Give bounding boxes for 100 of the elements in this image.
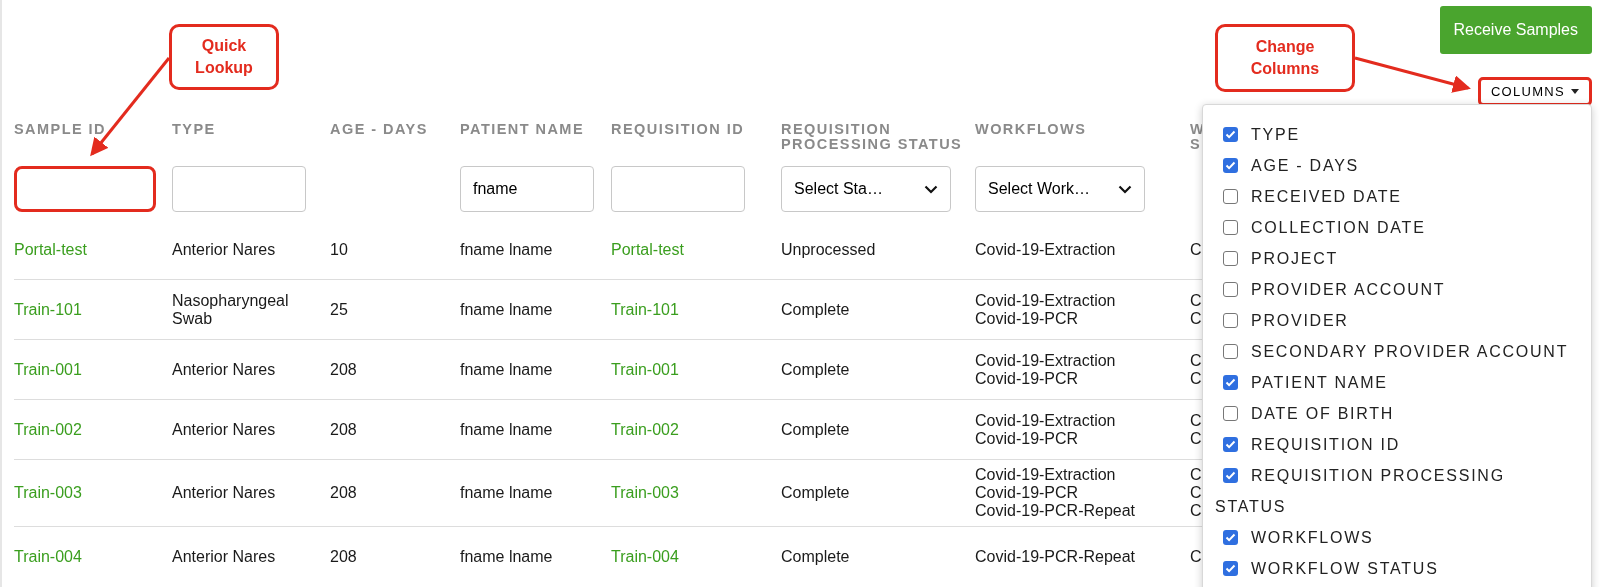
column-option[interactable]: COLLECTION DATE [1215, 212, 1581, 243]
callout-text: Quick Lookup [194, 36, 254, 78]
column-header: WORKFLOWS [975, 122, 1088, 137]
table-cell-text: Covid-19-PCR [975, 429, 1080, 448]
table-cell: fname lname [460, 300, 553, 318]
table-cell: fname lname [460, 484, 553, 501]
column-option[interactable]: SECONDARY PROVIDER ACCOUNT [1215, 336, 1581, 367]
table-cell: C [1190, 369, 1202, 388]
table-cell: 208 [330, 548, 357, 565]
table-cell: Anterior Nares [172, 240, 276, 258]
sample-id-link[interactable]: Train-002 [14, 420, 82, 438]
table-cell: Complete [781, 420, 850, 438]
table-cell-text: Covid-19-PCR [975, 309, 1080, 328]
checked-checkbox[interactable] [1223, 530, 1238, 545]
checked-checkbox[interactable] [1223, 375, 1238, 390]
requisition-id-link[interactable]: Portal-test [611, 240, 684, 258]
checkbox[interactable] [1223, 406, 1238, 421]
column-header: PATIENT NAME [460, 122, 585, 137]
table-cell: C [1190, 548, 1202, 566]
table-cell: C [1190, 466, 1202, 484]
checkbox[interactable] [1223, 189, 1238, 204]
checked-checkbox[interactable] [1223, 127, 1238, 142]
requisition-id-link[interactable]: Train-001 [611, 360, 679, 378]
column-option[interactable]: AGE - DAYS [1215, 150, 1581, 181]
column-header: TYPE [172, 122, 217, 137]
filter-select[interactable]: Select Sta… [781, 166, 951, 212]
chevron-down-icon [1118, 184, 1132, 194]
column-header: AGE - DAYS [330, 122, 429, 137]
table-cell-text: Covid-19-Extraction [975, 291, 1117, 310]
checked-checkbox[interactable] [1223, 561, 1238, 576]
checked-checkbox[interactable] [1223, 158, 1238, 173]
table-cell: fname lname [460, 360, 553, 378]
column-option[interactable]: TYPE [1215, 119, 1581, 150]
filter-field[interactable] [611, 166, 745, 212]
requisition-id-link[interactable]: Train-003 [611, 484, 679, 501]
table-cell: 25 [330, 300, 348, 318]
checkbox[interactable] [1223, 282, 1238, 297]
checked-checkbox[interactable] [1223, 437, 1238, 452]
table-cell: C [1190, 309, 1202, 328]
table-cell-text: Covid-19-PCR [975, 484, 1080, 502]
checkbox[interactable] [1223, 251, 1238, 266]
table-cell: 10 [330, 240, 348, 258]
column-option[interactable]: REQUISITION ID [1215, 429, 1581, 460]
table-cell: C [1190, 240, 1202, 259]
callout-text: Change Columns [1249, 37, 1321, 79]
checked-checkbox[interactable] [1223, 468, 1238, 483]
table-cell: fname lname [460, 240, 553, 258]
table-cell: C [1190, 291, 1202, 310]
table-cell-text: Covid-19-Extraction [975, 411, 1117, 430]
sample-id-link[interactable]: Portal-test [14, 240, 87, 258]
column-option[interactable]: PROVIDER ACCOUNT [1215, 274, 1581, 305]
table-cell-text: Covid-19-Extraction [975, 351, 1117, 370]
requisition-id-link[interactable]: Train-101 [611, 300, 679, 318]
table-cell: 208 [330, 360, 357, 378]
column-header: REQUISITION PROCESSING STATUS [781, 122, 964, 152]
table-cell-text: Covid-19-Extraction [975, 240, 1117, 259]
table-cell: Complete [781, 484, 850, 501]
column-option[interactable]: RECEIVED DATE [1215, 181, 1581, 212]
column-option[interactable]: PROVIDER [1215, 305, 1581, 336]
filter-field[interactable] [172, 166, 306, 212]
requisition-id-link[interactable]: Train-002 [611, 420, 679, 438]
table-cell-text: Covid-19-PCR [975, 369, 1080, 388]
sample-id-link[interactable]: Train-101 [14, 300, 82, 318]
table-cell: C [1190, 484, 1202, 502]
column-option[interactable]: DATE OF BIRTH [1215, 398, 1581, 429]
filter-field[interactable] [14, 166, 156, 212]
caret-down-icon [1571, 89, 1579, 94]
column-option[interactable]: WORKFLOWS [1215, 522, 1581, 553]
table-cell: 208 [330, 484, 357, 501]
table-cell: Anterior Nares [172, 360, 276, 378]
column-option[interactable]: PROJECT [1215, 243, 1581, 274]
checkbox[interactable] [1223, 344, 1238, 359]
table-cell: Nasopharyngeal Swab [172, 291, 289, 327]
checkbox[interactable] [1223, 313, 1238, 328]
table-cell: 208 [330, 420, 357, 438]
table-cell: Complete [781, 300, 850, 318]
checkbox[interactable] [1223, 220, 1238, 235]
table-cell: Anterior Nares [172, 484, 276, 501]
table-cell: C [1190, 429, 1202, 448]
table-cell-text: Covid-19-PCR-Repeat [975, 548, 1137, 566]
table-cell: fname lname [460, 420, 553, 438]
table-cell: C [1190, 411, 1202, 430]
column-header: SAMPLE ID [14, 122, 107, 137]
column-option[interactable]: PATIENT NAME [1215, 367, 1581, 398]
sample-id-link[interactable]: Train-001 [14, 360, 82, 378]
column-option[interactable]: WORKFLOW STATUS [1215, 553, 1581, 584]
filter-select[interactable]: Select Work… [975, 166, 1145, 212]
table-cell: Complete [781, 548, 850, 565]
table-cell: C [1190, 502, 1202, 520]
sample-id-link[interactable]: Train-003 [14, 484, 82, 501]
sample-id-link[interactable]: Train-004 [14, 548, 82, 565]
filter-field[interactable]: fname [460, 166, 594, 212]
table-cell: Anterior Nares [172, 548, 276, 565]
column-option[interactable]: REQUISITION PROCESSING STATUS [1215, 460, 1581, 522]
chevron-down-icon [924, 184, 938, 194]
table-cell-text: Covid-19-PCR-Repeat [975, 502, 1137, 520]
table-cell: Anterior Nares [172, 420, 276, 438]
requisition-id-link[interactable]: Train-004 [611, 548, 679, 565]
column-header: REQUISITION ID [611, 122, 746, 137]
table-cell-text: Covid-19-Extraction [975, 466, 1117, 484]
